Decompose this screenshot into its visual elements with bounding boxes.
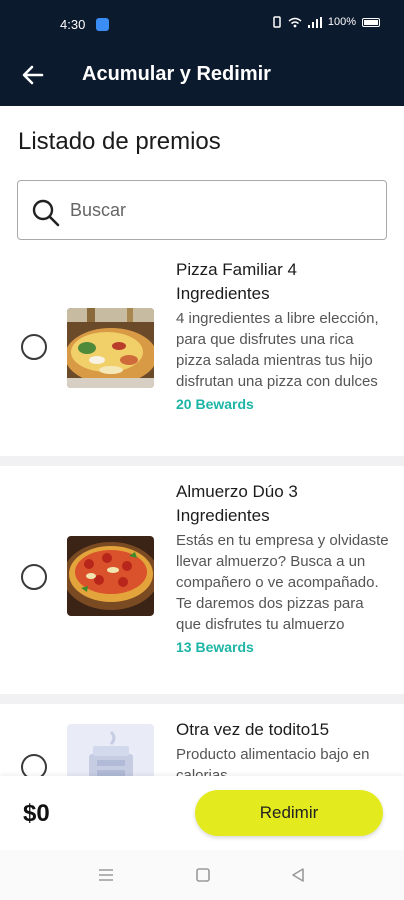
- reward-name: Otra vez de todito15: [176, 720, 330, 739]
- reward-points: 20 Bewards: [176, 396, 254, 412]
- status-bar: 4:30 100%: [0, 0, 404, 44]
- search-box[interactable]: [17, 180, 387, 240]
- reward-description: Producto alimentacio bajo en calorias: [176, 746, 370, 776]
- reward-radio[interactable]: [21, 564, 47, 590]
- pizza-familiar-image: [67, 308, 154, 388]
- divider: [0, 456, 404, 466]
- reward-points: 13 Bewards: [176, 639, 254, 655]
- redeem-button[interactable]: Redimir: [195, 790, 383, 836]
- reward-info: Almuerzo Dúo 3 Ingredientes Estás en tu …: [176, 480, 391, 657]
- search-icon: [32, 199, 60, 227]
- redeem-footer: $0 Redimir: [0, 776, 404, 850]
- divider: [0, 694, 404, 704]
- back-arrow-icon[interactable]: [20, 62, 46, 88]
- rewards-list: Pizza Familiar 4 Ingredientes 4 ingredie…: [0, 244, 404, 776]
- notification-icon: [96, 18, 109, 31]
- reward-name: Pizza Familiar 4 Ingredientes: [176, 260, 297, 303]
- reward-radio[interactable]: [21, 754, 47, 776]
- reward-description: Estás en tu empresa y olvidaste llevar a…: [176, 532, 389, 633]
- reward-item[interactable]: Otra vez de todito15 Producto alimentaci…: [0, 704, 404, 776]
- status-icons: 100%: [272, 16, 380, 28]
- reward-info: Pizza Familiar 4 Ingredientes 4 ingredie…: [176, 258, 391, 414]
- search-input[interactable]: [70, 195, 370, 225]
- menu-icon[interactable]: [98, 867, 114, 883]
- signal-icon: [307, 16, 322, 28]
- reward-name: Almuerzo Dúo 3 Ingredientes: [176, 482, 298, 525]
- almuerzo-duo-image: [67, 536, 154, 616]
- main-content: Listado de premios Buscar Pizza Familiar…: [0, 106, 404, 776]
- home-square-icon[interactable]: [195, 867, 211, 883]
- battery-text: 100%: [327, 16, 356, 28]
- reward-info: Otra vez de todito15 Producto alimentaci…: [176, 718, 391, 776]
- reward-description: 4 ingredientes a libre elección, para qu…: [176, 310, 379, 390]
- section-title: Listado de premios: [18, 128, 221, 155]
- system-nav-bar: [0, 850, 404, 900]
- battery-icon: [362, 17, 380, 27]
- status-time: 4:30: [60, 17, 86, 32]
- reward-radio[interactable]: [21, 334, 47, 360]
- back-triangle-icon[interactable]: [290, 867, 306, 883]
- vibrate-icon: [273, 16, 281, 28]
- app-bar: Acumular y Redimir: [0, 44, 404, 106]
- reward-item[interactable]: Almuerzo Dúo 3 Ingredientes Estás en tu …: [0, 466, 404, 694]
- reward-item[interactable]: Pizza Familiar 4 Ingredientes 4 ingredie…: [0, 244, 404, 456]
- total-amount: $0: [23, 800, 50, 827]
- page-title: Acumular y Redimir: [82, 63, 271, 85]
- wifi-icon: [288, 17, 302, 27]
- otra-vez-image: [67, 724, 154, 776]
